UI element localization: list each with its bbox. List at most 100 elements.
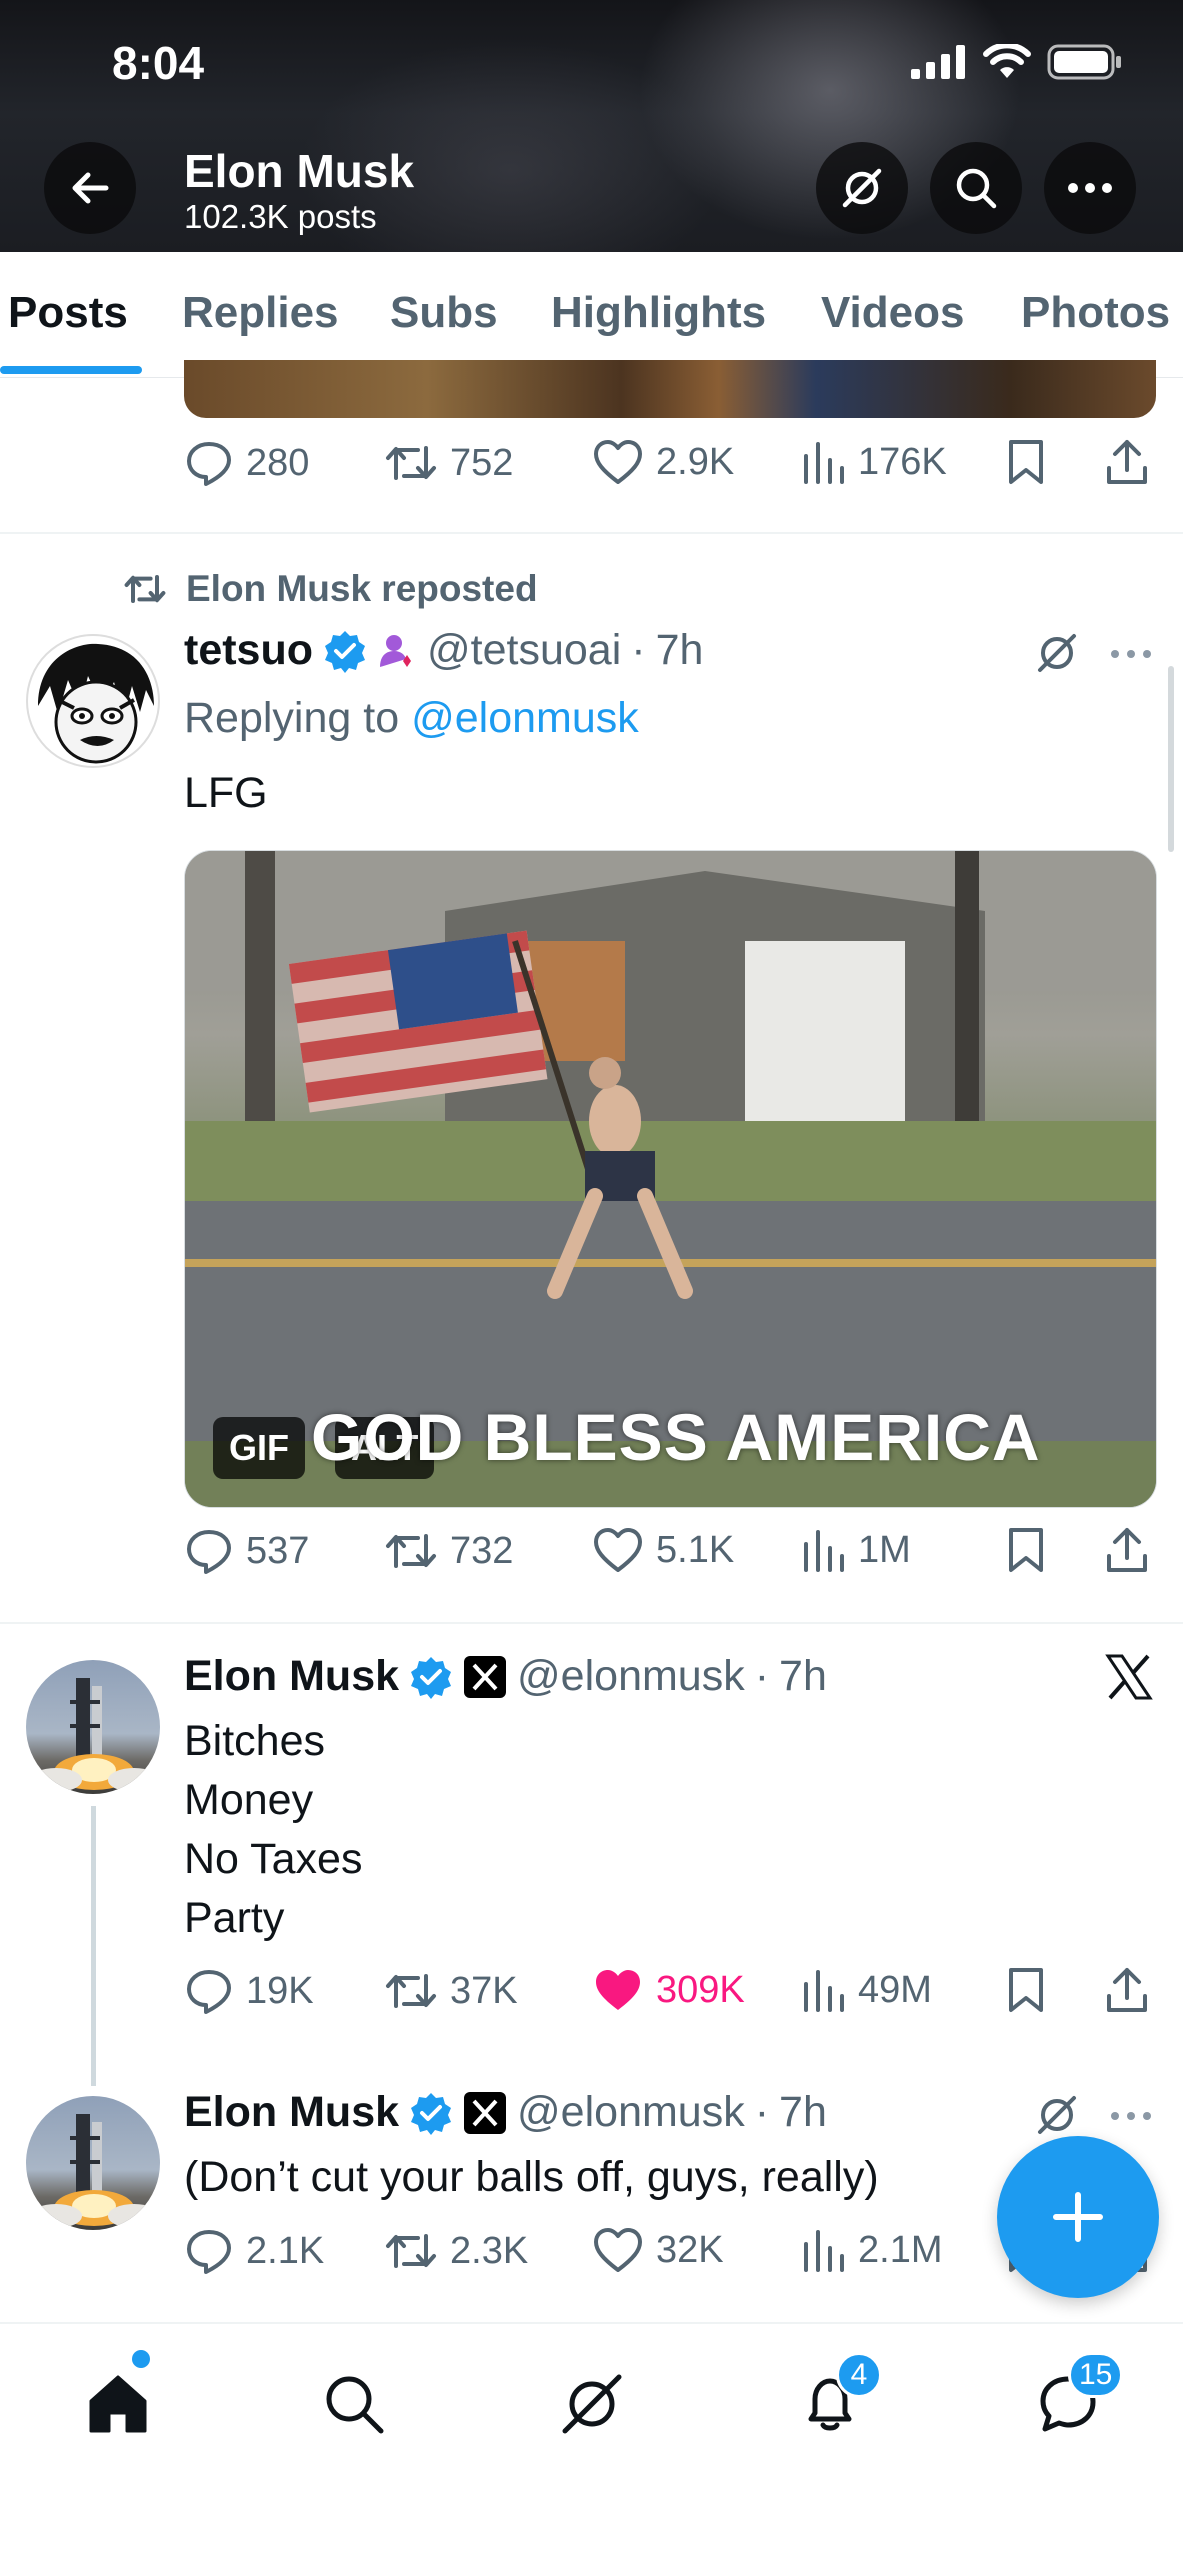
repost-count: 2.3K [450,2229,529,2272]
grok-icon[interactable] [1034,630,1080,676]
post-time[interactable]: 7h [779,1652,827,1701]
thread-connector-line [91,1806,96,2086]
tab-replies[interactable]: Replies [182,288,339,338]
views-button[interactable]: 49M [802,1966,932,2014]
more-horizontal-icon[interactable] [1110,2110,1152,2122]
post-text: (Don’t cut your balls off, guys, really) [184,2153,879,2201]
share-button[interactable] [1104,438,1150,486]
nav-search[interactable] [314,2364,394,2444]
views-button[interactable]: 2.1M [802,2226,942,2274]
tab-subs[interactable]: Subs [390,288,498,338]
bookmark-button[interactable] [1006,438,1046,486]
views-button[interactable]: 176K [802,438,947,486]
rocket-launch-avatar-image [30,2114,160,2228]
author-handle[interactable]: @elonmusk [517,2088,745,2137]
reply-button[interactable]: 280 [184,438,309,488]
nav-home[interactable] [78,2364,158,2444]
repost-icon [386,1974,436,2008]
avatar[interactable] [26,2096,160,2230]
bookmark-icon [1009,440,1043,484]
grok-icon[interactable] [1034,2092,1080,2138]
post-gif-media[interactable]: GIF ALT GOD BLESS AMERICA [184,850,1157,1508]
grok-button[interactable] [816,142,908,234]
bookmark-button[interactable] [1006,1966,1046,2014]
repost-button[interactable]: 752 [384,438,513,488]
like-count: 5.1K [656,1528,735,1571]
heart-filled-icon [596,1970,640,2010]
status-time: 8:04 [112,37,205,89]
repost-icon [386,446,436,480]
search-button[interactable] [930,142,1022,234]
author-handle[interactable]: @tetsuoai [427,626,621,675]
tab-photos[interactable]: Photos [1021,288,1170,338]
compose-post-button[interactable] [997,2136,1159,2298]
tab-highlights[interactable]: Highlights [551,288,766,338]
reply-icon [187,1530,231,1574]
post-time[interactable]: 7h [656,626,704,675]
like-button[interactable]: 309K [592,1966,745,2014]
x-logo-icon[interactable] [1104,1652,1154,1702]
home-icon [89,2375,147,2433]
replying-to-handle[interactable]: @elonmusk [411,694,639,742]
reply-button[interactable]: 2.1K [184,2226,324,2276]
post-author-row: Elon Musk @elonmusk · 7h [184,2088,827,2137]
rocket-launch-avatar-image [30,1678,160,1792]
author-handle[interactable]: @elonmusk [517,1652,745,1701]
more-horizontal-icon[interactable] [1110,648,1152,660]
like-button[interactable]: 5.1K [592,1526,734,1574]
post-author-row: Elon Musk @elonmusk · 7h [184,1652,827,1701]
repost-button[interactable]: 2.3K [384,2226,528,2276]
repost-indicator: Elon Musk reposted [122,568,538,610]
analytics-icon [804,1970,844,2012]
post-time[interactable]: 7h [779,2088,827,2137]
post-actions: 280 752 2.9K 176K [184,438,1164,498]
like-count: 309K [656,1968,745,2011]
views-count: 1M [858,1528,911,1571]
post-author-row: tetsuo @tetsuoai · 7h [184,626,703,675]
like-count: 2.9K [656,440,735,483]
nav-notifications[interactable]: 4 [790,2352,882,2444]
reply-count: 2.1K [246,2229,325,2272]
search-icon [326,2376,384,2434]
more-horizontal-icon [1068,183,1112,193]
views-count: 2.1M [858,2228,943,2271]
back-button[interactable] [44,142,136,234]
active-tab-indicator [0,366,142,374]
status-icons [911,44,1123,80]
tab-videos[interactable]: Videos [821,288,964,338]
bookmark-button[interactable] [1006,1526,1046,1574]
reply-count: 280 [246,441,310,484]
share-button[interactable] [1104,1526,1150,1574]
repost-button[interactable]: 37K [384,1966,518,2016]
author-name[interactable]: Elon Musk [184,1652,399,1701]
tab-posts[interactable]: Posts [8,288,128,338]
author-name[interactable]: Elon Musk [184,2088,399,2137]
avatar[interactable] [26,1660,160,1794]
like-button[interactable]: 2.9K [592,438,734,486]
avatar[interactable] [26,634,160,768]
cellular-signal-icon [911,45,965,79]
time-separator: · [754,2088,770,2136]
bookmark-icon [1009,1528,1043,1572]
profile-name: Elon Musk [184,145,415,197]
author-name[interactable]: tetsuo [184,626,313,675]
nav-grok[interactable] [552,2364,632,2444]
scrollbar[interactable] [1168,666,1174,852]
replying-to: Replying to @elonmusk [184,694,639,743]
reply-button[interactable]: 537 [184,1526,309,1576]
repost-button[interactable]: 732 [384,1526,513,1576]
post-media-image[interactable] [184,360,1156,418]
post-text: LFG [184,769,268,817]
nav-messages[interactable]: 15 [1028,2352,1124,2444]
home-unread-dot [132,2350,150,2368]
like-button[interactable]: 32K [592,2226,724,2274]
reply-button[interactable]: 19K [184,1966,314,2016]
messages-badge: 15 [1068,2352,1124,2398]
share-button[interactable] [1104,1966,1150,2014]
post-actions: 537 732 5.1K 1M [184,1526,1164,1586]
repost-count: 752 [450,441,514,484]
reply-icon [187,2230,231,2274]
reply-icon [187,442,231,486]
views-button[interactable]: 1M [802,1526,911,1574]
more-options-button[interactable] [1044,142,1136,234]
